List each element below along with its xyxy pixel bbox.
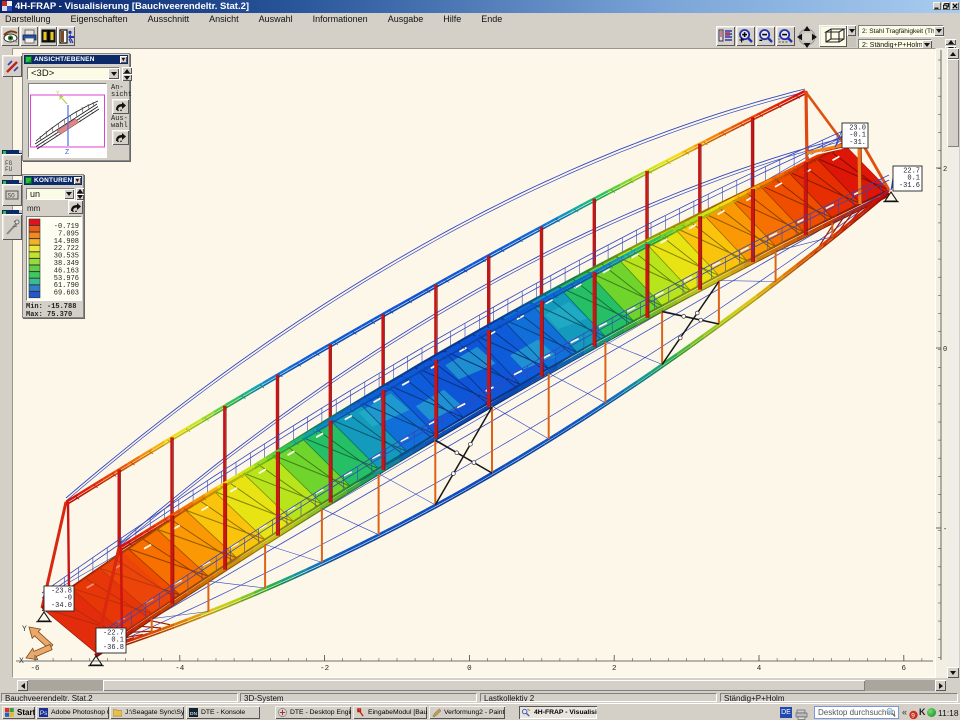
svg-text:Ps: Ps [40, 710, 47, 717]
svg-text:+: + [739, 35, 744, 44]
svg-text:69.603: 69.603 [54, 290, 79, 298]
svg-text:0: 0 [467, 665, 472, 673]
svg-text:-: - [759, 34, 763, 44]
svg-text:-31.: -31. [849, 139, 866, 147]
svg-text:2: 2 [612, 665, 617, 673]
svg-text:Y: Y [22, 625, 27, 634]
svg-text:4: 4 [757, 665, 762, 673]
svg-text:FU: FU [5, 166, 13, 171]
svg-text:-2: -2 [320, 665, 329, 673]
svg-text:Y: Y [56, 90, 60, 97]
svg-text:6: 6 [902, 665, 907, 673]
svg-text:-4: -4 [175, 665, 185, 673]
svg-text:-34.0: -34.0 [51, 602, 72, 610]
svg-text:SO: SO [8, 193, 16, 200]
svg-text:Z: Z [65, 149, 69, 157]
svg-text:9: 9 [911, 713, 915, 720]
svg-text:-31.6: -31.6 [899, 182, 920, 190]
svg-text:-36.8: -36.8 [103, 644, 124, 652]
svg-text:X: X [19, 657, 24, 666]
svg-text:DN: DN [190, 711, 198, 717]
svg-text:-6: -6 [30, 665, 40, 673]
